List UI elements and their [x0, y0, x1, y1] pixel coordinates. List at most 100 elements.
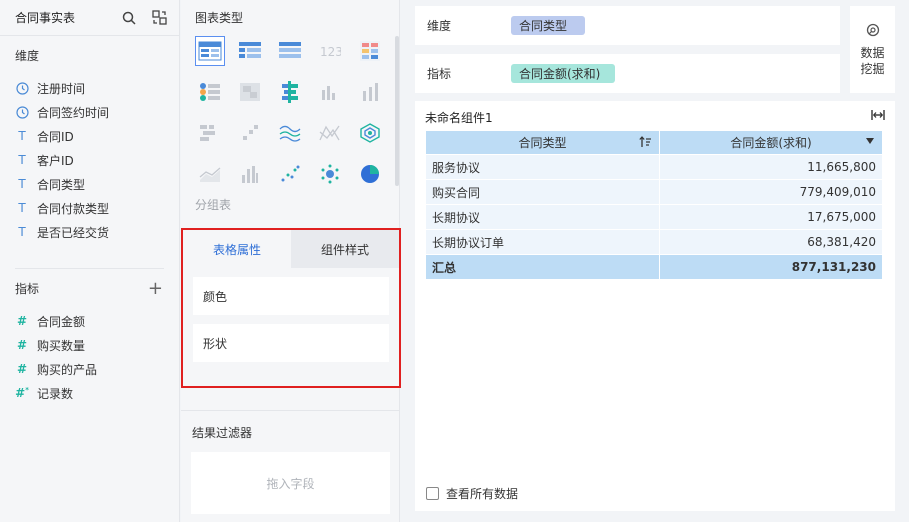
hash-icon: #: [16, 338, 28, 352]
dimension-field[interactable]: T 是否已经交货: [0, 220, 179, 244]
measures-section-header: 指标 +: [0, 277, 179, 301]
chart-type-color-table-icon[interactable]: [355, 36, 385, 66]
dimension-shelf[interactable]: 维度 合同类型: [415, 6, 840, 45]
dimension-field[interactable]: T 合同付款类型: [0, 196, 179, 220]
tab-table-properties[interactable]: 表格属性: [183, 230, 291, 268]
field-label: 购买的产品: [37, 362, 98, 377]
chart-type-label: 图表类型: [195, 11, 244, 25]
chart-type-group-table-icon[interactable]: [195, 36, 225, 66]
expand-width-icon[interactable]: [871, 109, 885, 123]
chart-type-name: 分组表: [195, 198, 232, 212]
text-T-icon: T: [18, 177, 26, 191]
field-label: 合同ID: [37, 129, 74, 144]
table-row: 购买合同 779,409,010: [425, 179, 883, 205]
column-header-contract-type[interactable]: 合同类型: [425, 130, 660, 155]
cell-contract-amount[interactable]: 779,409,010: [659, 179, 883, 205]
column-header-contract-amount[interactable]: 合同金额(求和): [659, 130, 883, 155]
cell-contract-amount[interactable]: 11,665,800: [659, 154, 883, 180]
total-label: 汇总: [425, 254, 660, 280]
cell-contract-type[interactable]: 长期协议: [425, 204, 660, 230]
chart-type-indicator-list-icon[interactable]: [195, 77, 225, 107]
table-row: 长期协议 17,675,000: [425, 204, 883, 230]
chart-type-funnel-chart-icon[interactable]: [355, 118, 385, 148]
search-icon[interactable]: [121, 10, 137, 26]
field-label: 合同类型: [37, 177, 86, 192]
cell-contract-type[interactable]: 购买合同: [425, 179, 660, 205]
measure-shelf[interactable]: 指标 合同金额(求和): [415, 54, 840, 93]
chart-type-line-chart-icon[interactable]: [275, 118, 305, 148]
text-T-icon: T: [18, 129, 26, 143]
cell-contract-amount[interactable]: 17,675,000: [659, 204, 883, 230]
chart-type-bar-chart-icon[interactable]: [315, 77, 345, 107]
sort-icon[interactable]: [639, 136, 651, 151]
data-table: 合同类型 合同金额(求和) 服务协议 11,665,800 购买合同 779,409,…: [425, 130, 883, 280]
field-label: 注册时间: [37, 81, 86, 96]
text-T-icon: T: [18, 153, 26, 167]
chart-type-range-bar-icon[interactable]: [235, 118, 265, 148]
dataset-header: 合同事实表: [0, 0, 179, 36]
hash-icon: #: [16, 314, 28, 328]
dimension-field-pill[interactable]: 合同类型: [511, 16, 585, 35]
properties-highlight-box: 表格属性 组件样式 颜色 形状: [181, 228, 401, 388]
shape-property[interactable]: 形状: [193, 324, 389, 362]
cell-contract-type[interactable]: 服务协议: [425, 154, 660, 180]
chart-type-column-chart-icon[interactable]: [235, 159, 265, 189]
properties-tabs: 表格属性 组件样式: [183, 230, 399, 268]
dimension-field[interactable]: 合同签约时间: [0, 100, 179, 124]
measures-section-label: 指标: [15, 282, 40, 296]
field-label: 合同金额: [37, 314, 86, 329]
data-panel: 合同事实表 维度 注册时间 合同签约时间 T 合同ID T 客户ID T 合同类型 T 合同付款类…: [0, 0, 180, 522]
chart-type-cross-table-icon[interactable]: [235, 36, 265, 66]
clock-icon: [15, 105, 29, 119]
table-widget: 未命名组件1 合同类型 合同金额(求和) 服务协议 11,665,800 购买合…: [415, 101, 895, 511]
cell-contract-type[interactable]: 长期协议订单: [425, 229, 660, 255]
chart-type-area-chart-icon[interactable]: [195, 159, 225, 189]
text-T-icon: T: [18, 201, 26, 215]
cell-contract-amount[interactable]: 68,381,420: [659, 229, 883, 255]
hash-icon: #: [16, 362, 28, 376]
table-total-row: 汇总 877,131,230: [425, 254, 883, 280]
chart-type-scatter-chart-icon[interactable]: [275, 159, 305, 189]
dropdown-arrow-icon[interactable]: [866, 138, 874, 144]
tab-component-style[interactable]: 组件样式: [291, 230, 399, 268]
widget-title[interactable]: 未命名组件1: [425, 109, 493, 126]
switch-dataset-icon[interactable]: [151, 10, 167, 26]
filter-drop-zone[interactable]: 拖入字段: [191, 452, 390, 514]
chart-type-radar-chart-icon[interactable]: [315, 118, 345, 148]
color-property[interactable]: 颜色: [193, 277, 389, 315]
field-label: 合同付款类型: [37, 201, 110, 216]
dimension-field[interactable]: 注册时间: [0, 76, 179, 100]
table-row: 服务协议 11,665,800: [425, 154, 883, 180]
measure-field[interactable]: # * 记录数: [0, 381, 179, 405]
view-all-data-option[interactable]: 查看所有数据: [426, 485, 518, 502]
add-measure-icon[interactable]: +: [148, 280, 163, 298]
dimension-field[interactable]: T 合同类型: [0, 172, 179, 196]
chart-type-kpi-number-icon[interactable]: 123: [315, 36, 345, 66]
data-mining-label-2: 挖掘: [860, 61, 885, 76]
chart-type-scrollbar[interactable]: [395, 36, 399, 186]
data-mining-icon: [866, 23, 880, 41]
dimension-field[interactable]: T 合同ID: [0, 124, 179, 148]
analysis-area: 维度 合同类型 指标 合同金额(求和) 数据 挖掘 未命名组件1 合同类型 合同…: [401, 0, 909, 522]
chart-type-grouped-bar-icon[interactable]: [275, 77, 305, 107]
hash-star-icon: # *: [15, 386, 29, 400]
measure-field[interactable]: # 购买的产品: [0, 357, 179, 381]
view-all-checkbox[interactable]: [426, 487, 439, 500]
chart-type-detail-table-icon[interactable]: [275, 36, 305, 66]
chart-type-pie-chart-icon[interactable]: [355, 159, 385, 189]
data-mining-label-1: 数据: [860, 45, 885, 60]
field-label: 记录数: [37, 386, 74, 401]
chart-type-gantt-chart-icon[interactable]: [195, 118, 225, 148]
chart-type-stacked-bar-icon[interactable]: [355, 77, 385, 107]
field-label: 是否已经交货: [37, 225, 110, 240]
section-divider: [181, 410, 400, 411]
data-mining-button[interactable]: 数据 挖掘: [850, 6, 895, 93]
table-header-row: 合同类型 合同金额(求和): [425, 130, 883, 155]
chart-type-bubble-chart-icon[interactable]: [315, 159, 345, 189]
text-T-icon: T: [18, 225, 26, 239]
chart-type-heatmap-icon[interactable]: [235, 77, 265, 107]
measure-field[interactable]: # 合同金额: [0, 309, 179, 333]
dimension-field[interactable]: T 客户ID: [0, 148, 179, 172]
measure-field[interactable]: # 购买数量: [0, 333, 179, 357]
measure-field-pill[interactable]: 合同金额(求和): [511, 64, 615, 83]
